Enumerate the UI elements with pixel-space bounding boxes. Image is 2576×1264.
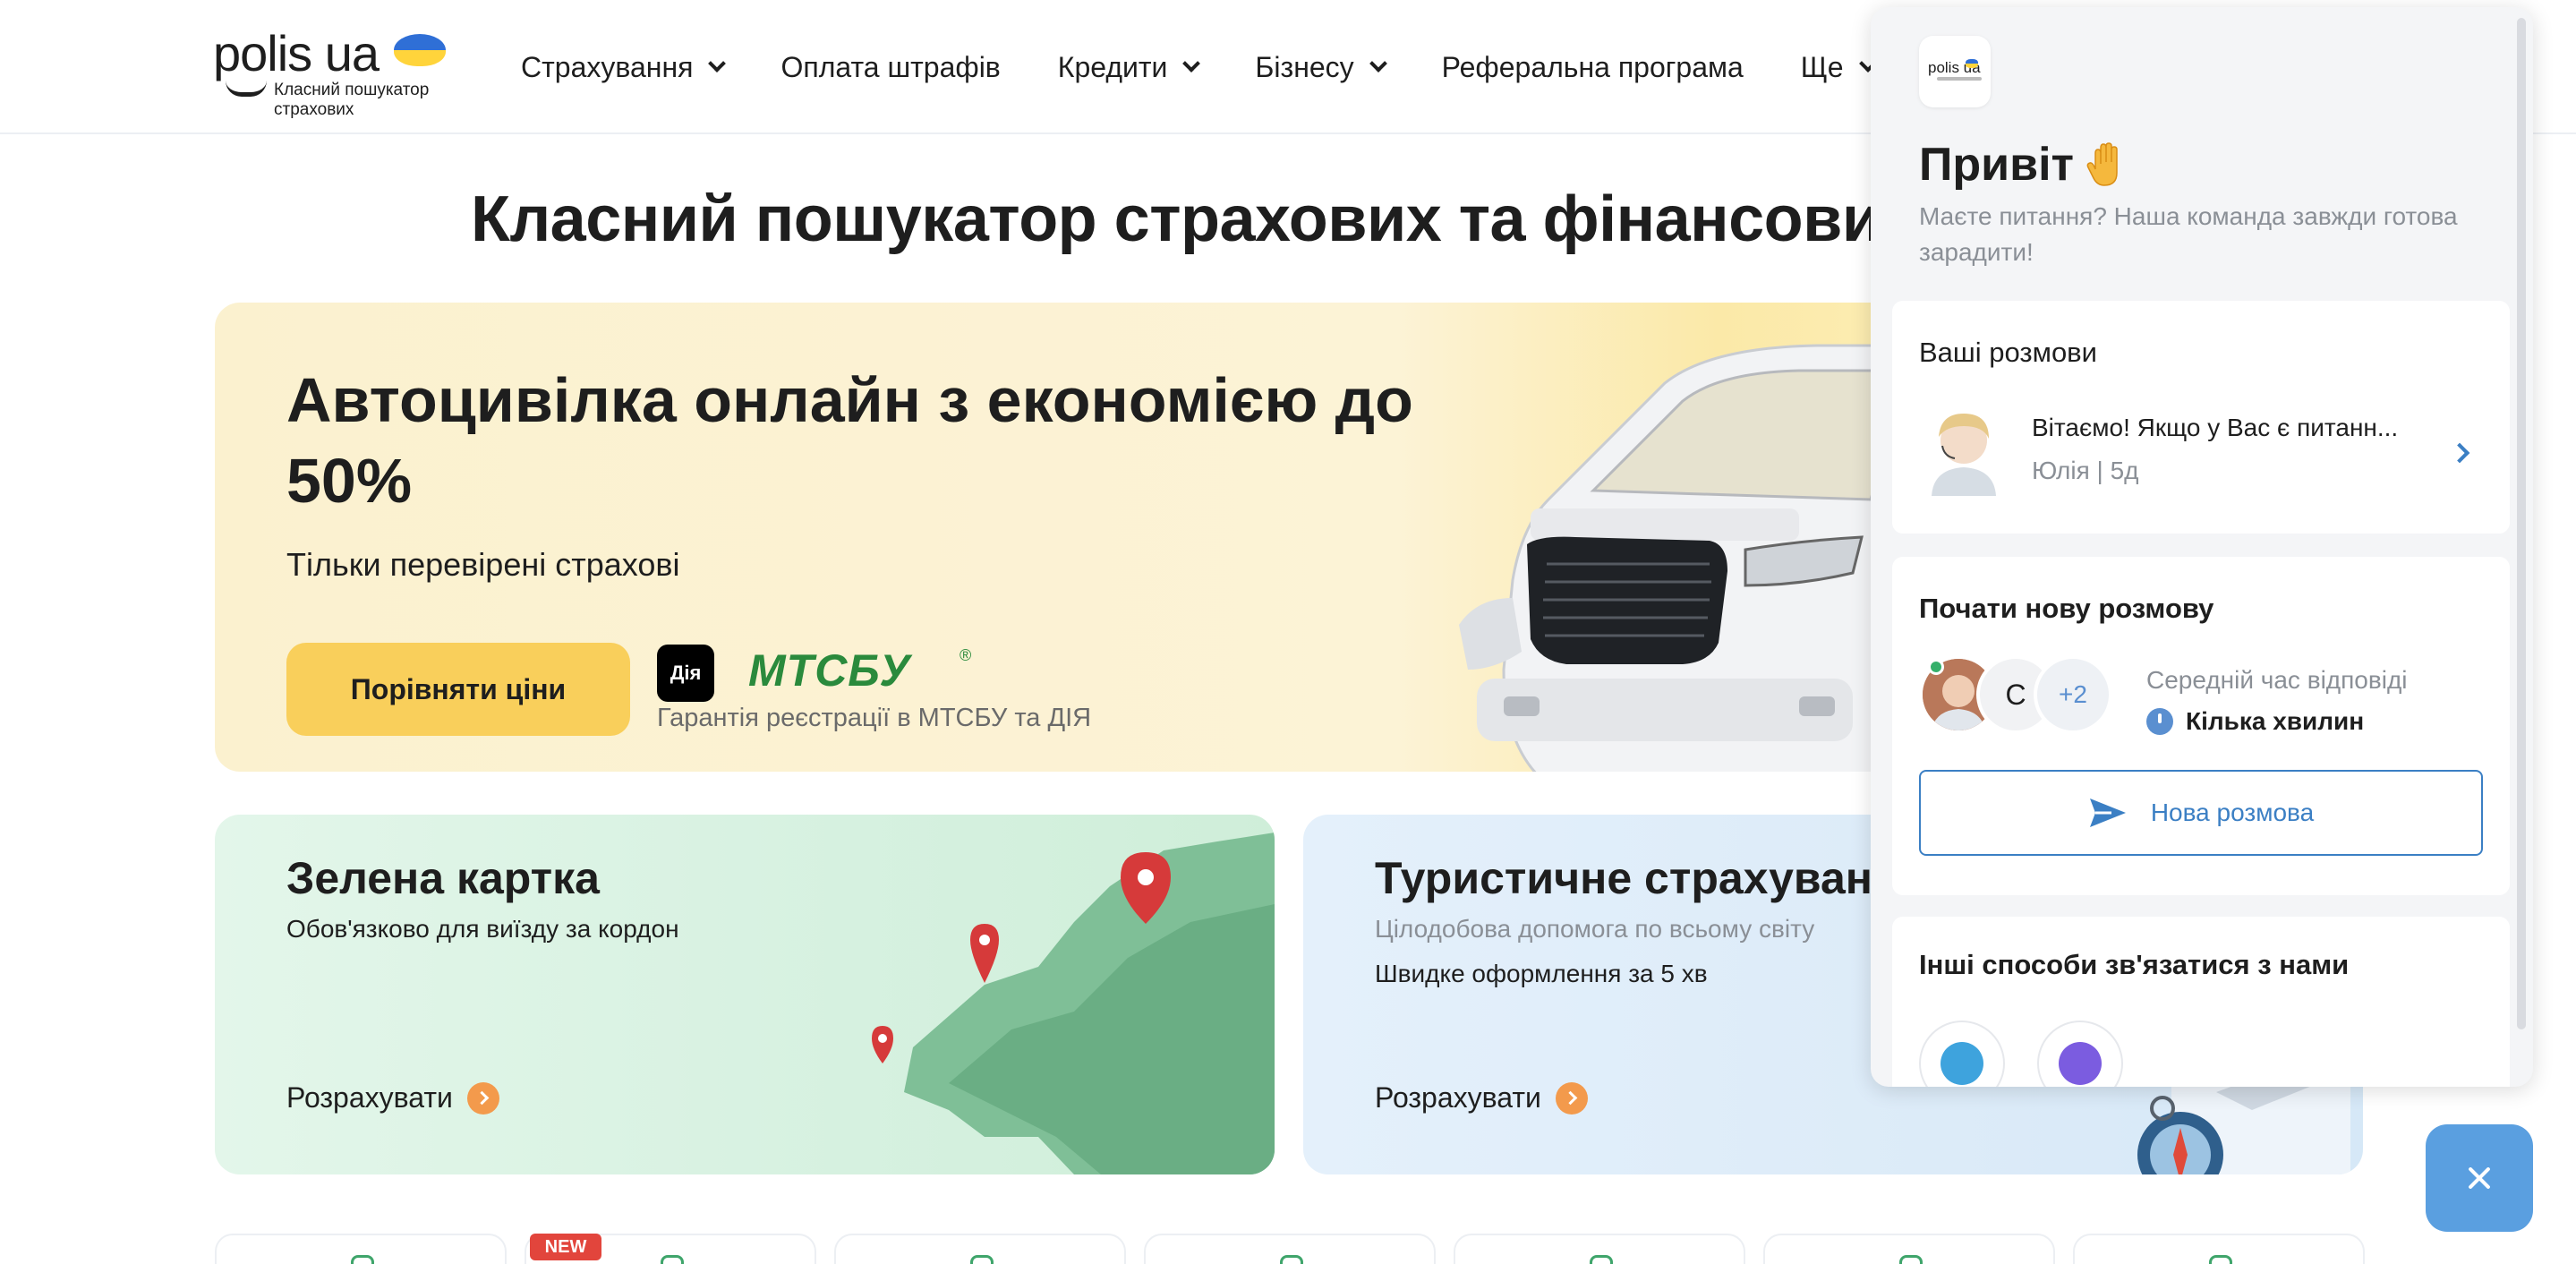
send-icon [2089, 799, 2126, 827]
diia-logo: Дія [657, 645, 714, 702]
chevron-down-icon [1369, 55, 1387, 73]
nav-item-more[interactable]: Ще [1800, 47, 1877, 88]
nav-item-credits[interactable]: Кредити [1057, 47, 1201, 88]
chevron-down-icon [708, 55, 727, 73]
nav-item-insurance[interactable]: Страхування [521, 47, 727, 88]
category-icon [970, 1255, 994, 1264]
new-conversation-title: Почати нову розмову [1919, 593, 2214, 624]
card-title: Зелена картка [286, 853, 600, 903]
mtsbu-logo: МТСБУ [748, 645, 911, 696]
conversation-meta: Юлія | 5д [2032, 457, 2139, 484]
arrow-right-icon [1555, 1081, 1588, 1115]
new-conversation-button[interactable]: Нова розмова [1919, 770, 2483, 856]
online-status-dot [1928, 659, 1944, 675]
category-tile[interactable] [1454, 1234, 1745, 1264]
site-logo[interactable]: polis ua Класний пошукатор страхових [213, 25, 455, 119]
nav-label: Кредити [1057, 50, 1168, 83]
nav-label: Оплата штрафів [780, 50, 1001, 83]
button-label: Нова розмова [2150, 799, 2315, 826]
telegram-button[interactable] [1919, 1021, 2005, 1087]
category-icon [2209, 1255, 2232, 1264]
hero-subtitle: Тільки перевірені страхові [286, 546, 680, 583]
calculate-link[interactable]: Розрахувати [1375, 1081, 1588, 1115]
widget-logo-tagline [1937, 77, 1982, 81]
chat-widget: polis ua Привіт Маєте питання? Наша кома… [1871, 7, 2533, 1087]
other-contacts-panel: Інші способи зв'язатися з нами [1892, 917, 2510, 1087]
card-subtitle: Обов'язково для виїзду за кордон [286, 915, 679, 943]
category-tile[interactable] [1763, 1234, 2055, 1264]
logo-wordmark: polis ua [213, 25, 380, 81]
page-title: Класний пошукатор страхових та фінансови… [471, 184, 2012, 255]
logo-smile-icon [226, 81, 267, 97]
other-contacts-title: Інші способи зв'язатися з нами [1919, 949, 2350, 980]
nav-label: Реферальна програма [1441, 50, 1744, 83]
close-chat-button[interactable] [2426, 1124, 2533, 1232]
new-conversation-panel: Почати нову розмову С +2 Середній час ві… [1892, 557, 2510, 895]
greeting-text: Привіт [1919, 139, 2074, 191]
category-icon [661, 1255, 684, 1264]
widget-logo: polis ua [1919, 36, 1991, 107]
category-tile[interactable] [834, 1234, 1126, 1264]
card-subtitle: Цілодобова допомога по всьому світу [1375, 915, 1815, 943]
category-tile[interactable] [215, 1234, 507, 1264]
widget-greeting: Привіт [1919, 138, 2126, 192]
nav-label: Страхування [521, 50, 694, 83]
agent-avatar [1932, 414, 1996, 496]
response-time-text: Кілька хвилин [2186, 707, 2365, 735]
link-label: Розрахувати [286, 1081, 453, 1114]
arrow-right-icon [466, 1081, 499, 1115]
new-badge: NEW [530, 1234, 601, 1260]
europe-map-illustration [872, 833, 1275, 1174]
hero-title: Автоцивілка онлайн з економією до 50% [286, 365, 1413, 516]
conversations-title: Ваші розмови [1919, 337, 2097, 368]
main-nav: Страхування Оплата штрафів Кредити Бізне… [521, 47, 1932, 88]
conversations-panel: Ваші розмови Вітаємо! Якщо у Вас є питан… [1892, 301, 2510, 534]
card-title: Туристичне страхування [1375, 853, 1926, 903]
clock-icon [2146, 708, 2173, 735]
nav-label: Ще [1800, 50, 1844, 83]
response-time-label: Середній час відповіді [2146, 666, 2408, 694]
nav-item-referral[interactable]: Реферальна програма [1442, 47, 1744, 88]
card-green-card[interactable]: Зелена картка Обов'язково для виїзду за … [215, 815, 1275, 1174]
card-subtitle-secondary: Швидке оформлення за 5 хв [1375, 960, 1708, 987]
team-avatars: С +2 [1919, 655, 2143, 736]
calculate-link[interactable]: Розрахувати [286, 1081, 499, 1115]
widget-intro: Маєте питання? Наша команда завжди готов… [1919, 202, 2458, 266]
chevron-down-icon [1182, 55, 1201, 73]
logo-tagline: Класний пошукатор страхових [274, 81, 430, 119]
team-avatar-more: +2 [2034, 655, 2112, 734]
nav-item-fines[interactable]: Оплата штрафів [780, 47, 1000, 88]
widget-scrollbar[interactable] [2517, 18, 2526, 1029]
response-time-value: Кілька хвилин [2146, 707, 2364, 736]
hero-guarantee-text: Гарантія реєстрації в МТСБУ та ДІЯ [657, 704, 1092, 732]
registered-mark: ® [960, 646, 972, 664]
category-icon [1899, 1255, 1923, 1264]
telegram-icon [1941, 1042, 1983, 1085]
chevron-right-icon [2449, 442, 2470, 464]
ukraine-flag-icon [394, 34, 446, 66]
waving-hand-icon [2086, 142, 2118, 186]
viber-button[interactable] [2037, 1021, 2123, 1087]
ukraine-flag-icon [1966, 59, 1978, 68]
nav-label: Бізнесу [1255, 50, 1354, 83]
category-icon [351, 1255, 374, 1264]
category-icon [1280, 1255, 1303, 1264]
compare-prices-button[interactable]: Порівняти ціни [286, 643, 630, 736]
nav-item-business[interactable]: Бізнесу [1255, 47, 1387, 88]
category-icon [1590, 1255, 1613, 1264]
category-tile[interactable] [2073, 1234, 2365, 1264]
link-label: Розрахувати [1375, 1081, 1541, 1114]
category-tile[interactable] [1144, 1234, 1436, 1264]
conversation-preview: Вітаємо! Якщо у Вас є питанн... [2032, 414, 2399, 441]
viber-icon [2059, 1042, 2102, 1085]
